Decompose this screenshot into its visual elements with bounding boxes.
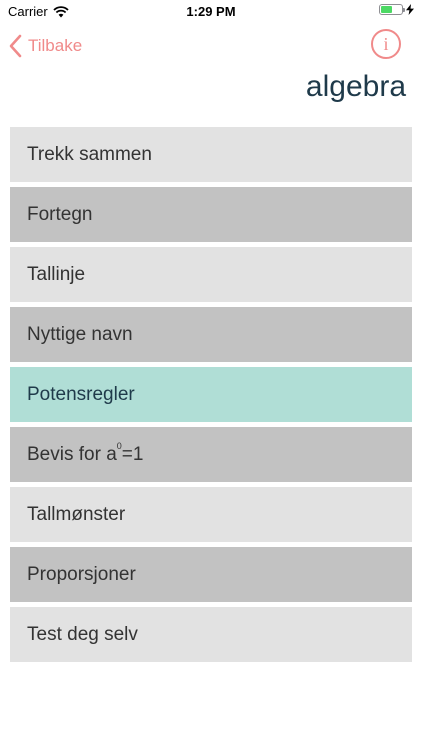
status-time: 1:29 PM (186, 4, 236, 19)
label-suffix: =1 (121, 443, 144, 465)
list-item-nyttige-navn[interactable]: Nyttige navn (10, 307, 412, 362)
battery-icon (379, 4, 405, 15)
list-item-label: Fortegn (27, 203, 93, 225)
battery-fill (381, 6, 392, 13)
topic-list: Trekk sammen Fortegn Tallinje Nyttige na… (10, 127, 412, 667)
label-prefix: Bevis for a (27, 443, 117, 465)
back-button[interactable]: Tilbake (8, 32, 82, 60)
list-item-potensregler[interactable]: Potensregler (10, 367, 412, 422)
list-item-label: Proporsjoner (27, 563, 136, 585)
label-superscript: 0 (116, 441, 122, 452)
list-item-bevis[interactable]: Bevis for a0=1 (10, 427, 412, 482)
list-item-label: Tallmønster (27, 503, 126, 525)
page-title: algebra (305, 70, 406, 103)
back-label: Tilbake (28, 36, 83, 55)
list-item-proporsjoner[interactable]: Proporsjoner (10, 547, 412, 602)
chevron-left-icon (9, 34, 22, 58)
list-item-tallmonster[interactable]: Tallmønster (10, 487, 412, 542)
list-item-label: Trekk sammen (27, 143, 152, 165)
list-item-label: Nyttige navn (27, 323, 133, 345)
list-item-label: Tallinje (27, 263, 86, 285)
list-item-tallinje[interactable]: Tallinje (10, 247, 412, 302)
info-button[interactable]: i (371, 29, 401, 59)
list-item-test-deg-selv[interactable]: Test deg selv (10, 607, 412, 662)
list-item-fortegn[interactable]: Fortegn (10, 187, 412, 242)
list-item-label: Bevis for a0=1 (27, 441, 144, 466)
list-item-trekk-sammen[interactable]: Trekk sammen (10, 127, 412, 182)
status-right (379, 4, 414, 15)
status-bar: Carrier 1:29 PM (0, 0, 422, 22)
list-item-label: Potensregler (27, 383, 135, 405)
list-item-label: Test deg selv (27, 623, 138, 645)
charging-bolt-icon (406, 4, 414, 15)
info-icon: i (383, 34, 389, 54)
